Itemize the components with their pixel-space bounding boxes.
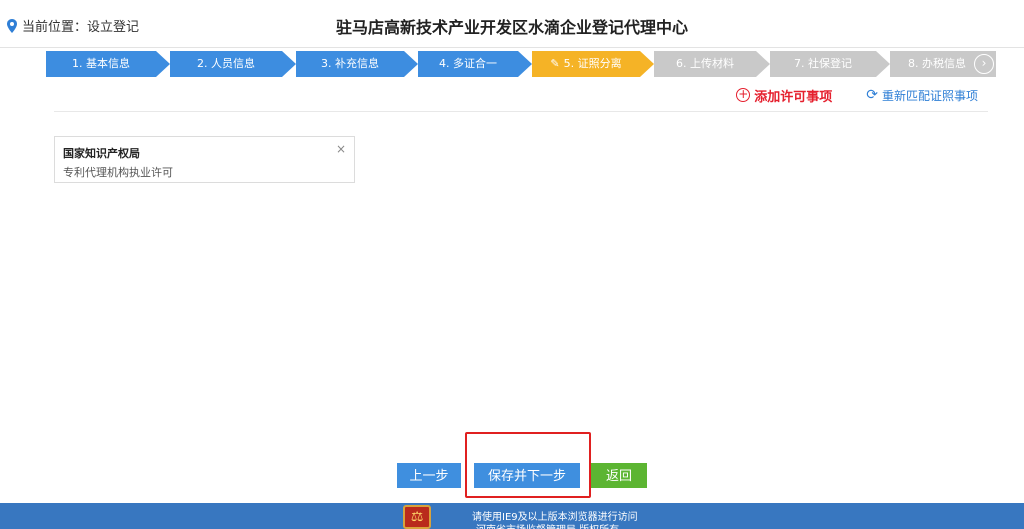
next-steps-arrow-icon[interactable]: › [974,54,994,74]
step-label: 2. 人员信息 [197,57,255,70]
refresh-icon: ⟳ [866,87,878,103]
step-label: 3. 补充信息 [321,57,379,70]
step-multi-cert[interactable]: 4. 多证合一 [418,51,518,77]
step-upload-materials[interactable]: 6. 上传材料 [654,51,756,77]
step-progress-bar: 1. 基本信息 2. 人员信息 3. 补充信息 4. 多证合一 ✎ 5. 证照分离… [46,51,996,77]
copyright-notice: 河南省市场监督管理局 版权所有 [476,521,619,529]
add-permit-label: 添加许可事项 [754,89,833,105]
page-title: 驻马店高新技术产业开发区水滴企业登记代理中心 [335,18,688,37]
step-label: 7. 社保登记 [794,57,852,70]
chevron-icon [282,51,296,77]
rematch-label: 重新匹配证照事项 [881,88,978,103]
back-button[interactable]: 返回 [591,463,647,488]
step-license-separation[interactable]: ✎ 5. 证照分离 [532,51,640,77]
chevron-icon [404,51,418,77]
step-label: 1. 基本信息 [72,57,130,70]
rematch-license-link[interactable]: ⟳ 重新匹配证照事项 [866,87,978,104]
step-label: 5. 证照分离 [563,57,622,70]
page: 当前位置：设立登记 驻马店高新技术产业开发区水滴企业登记代理中心 1. 基本信息… [0,0,1024,529]
close-icon[interactable]: × [336,142,346,156]
step-social-security[interactable]: 7. 社保登记 [770,51,876,77]
previous-step-button[interactable]: 上一步 [397,463,461,488]
step-label: 8. 办税信息 [908,57,966,70]
permit-authority: 国家知识产权局 [63,147,140,160]
permit-card: 国家知识产权局 专利代理机构执业许可 × [54,136,355,183]
permit-name: 专利代理机构执业许可 [63,166,173,179]
chevron-icon [640,51,654,77]
plus-circle-icon: + [736,87,751,102]
emblem-logo: ⚖ [403,505,431,529]
step-personnel-info[interactable]: 2. 人员信息 [170,51,282,77]
step-supplement-info[interactable]: 3. 补充信息 [296,51,404,77]
action-links: + 添加许可事项 ⟳ 重新匹配证照事项 [736,86,978,105]
chevron-icon [756,51,770,77]
chevron-icon [156,51,170,77]
save-and-next-button[interactable]: 保存并下一步 [474,463,580,488]
step-label: 6. 上传材料 [676,57,734,70]
footer: ⚖ 请使用IE9及以上版本浏览器进行访问 河南省市场监督管理局 版权所有 [0,503,1024,529]
top-bar: 当前位置：设立登记 驻马店高新技术产业开发区水滴企业登记代理中心 [0,0,1024,48]
step-basic-info[interactable]: 1. 基本信息 [46,51,156,77]
step-label: 4. 多证合一 [439,57,497,70]
chevron-icon [876,51,890,77]
pencil-icon: ✎ [550,57,560,70]
chevron-icon [518,51,532,77]
add-permit-link[interactable]: + 添加许可事项 [736,86,832,105]
divider [54,111,988,112]
